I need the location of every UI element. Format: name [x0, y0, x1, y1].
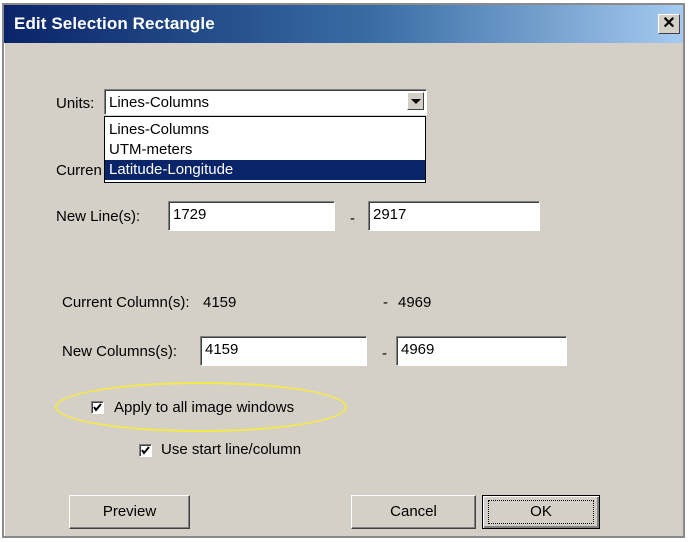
check-icon [141, 446, 150, 455]
use-start-label[interactable]: Use start line/column [161, 441, 301, 458]
apply-all-checkbox[interactable] [91, 401, 104, 414]
new-lines-end-value: 2917 [373, 206, 407, 223]
new-columns-end-value: 4969 [401, 341, 435, 358]
new-columns-separator: - [382, 345, 387, 362]
current-columns-label: Current Column(s): [62, 294, 190, 311]
new-lines-separator: - [350, 210, 355, 227]
apply-all-label[interactable]: Apply to all image windows [114, 399, 294, 416]
cancel-button-label: Cancel [390, 503, 437, 520]
new-lines-label: New Line(s): [56, 208, 141, 225]
preview-button-label: Preview [102, 503, 157, 520]
current-lines-label: Curren [56, 162, 102, 179]
new-columns-end-input[interactable]: 4969 [396, 336, 567, 366]
current-columns-separator: - [383, 294, 388, 311]
preview-button[interactable]: Preview [69, 495, 190, 529]
title-bar[interactable]: Edit Selection Rectangle ✕ [4, 5, 683, 43]
units-dropdown-list[interactable]: Lines-Columns UTM-meters Latitude-Longit… [104, 116, 426, 183]
current-columns-start: 4159 [203, 294, 237, 311]
units-option-latitude-longitude[interactable]: Latitude-Longitude [105, 160, 425, 180]
window-title: Edit Selection Rectangle [14, 14, 215, 33]
focus-ring [488, 500, 594, 524]
current-columns-end: 4969 [398, 294, 432, 311]
close-button[interactable]: ✕ [658, 14, 680, 34]
new-columns-label: New Columns(s): [62, 343, 178, 360]
new-lines-end-input[interactable]: 2917 [368, 201, 540, 231]
check-icon [93, 403, 102, 412]
cancel-button[interactable]: Cancel [351, 495, 476, 529]
new-columns-start-value: 4159 [205, 341, 239, 358]
units-option-utm-meters[interactable]: UTM-meters [105, 140, 425, 160]
units-selected-value: Lines-Columns [109, 94, 210, 111]
ok-button[interactable]: OK [482, 495, 600, 529]
new-columns-start-input[interactable]: 4159 [200, 336, 367, 366]
use-start-checkbox[interactable] [139, 444, 152, 457]
chevron-down-icon[interactable] [407, 92, 424, 110]
new-lines-start-input[interactable]: 1729 [168, 201, 335, 231]
units-option-lines-columns[interactable]: Lines-Columns [105, 120, 425, 140]
new-lines-start-value: 1729 [173, 206, 207, 223]
close-icon: ✕ [662, 15, 676, 32]
edit-selection-dialog: Edit Selection Rectangle ✕ [2, 3, 685, 538]
units-dropdown[interactable]: Lines-Columns [104, 89, 427, 115]
units-label: Units: [56, 95, 95, 112]
